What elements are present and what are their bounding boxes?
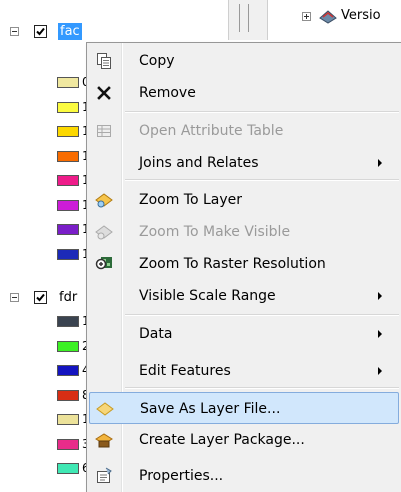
fdr-visibility-checkbox[interactable]	[34, 291, 47, 304]
menu-item-zoom-to-layer[interactable]: Zoom To Layer	[89, 184, 399, 216]
menu-item-copy[interactable]: Copy	[89, 45, 399, 77]
menu-item-edit-features[interactable]: Edit Features	[89, 355, 399, 387]
menu-item-label: Zoom To Make Visible	[139, 224, 291, 240]
properties-icon	[95, 467, 113, 485]
fac-legend-swatch[interactable]	[57, 101, 79, 113]
fdr-legend-swatch[interactable]	[57, 414, 79, 425]
menu-separator	[125, 314, 399, 316]
database-version-icon	[319, 10, 337, 24]
menu-item-label: Open Attribute Table	[139, 123, 284, 139]
copy-icon	[95, 52, 113, 70]
menu-item-label: Joins and Relates	[139, 155, 259, 171]
menu-item-create-layer-package[interactable]: Create Layer Package...	[89, 424, 399, 456]
menu-item-remove[interactable]: Remove	[89, 77, 399, 109]
layer-name-fdr[interactable]: fdr	[59, 289, 77, 306]
menu-item-label: Create Layer Package...	[139, 432, 305, 448]
menu-separator	[125, 179, 399, 181]
menu-separator	[125, 387, 399, 389]
menu-item-label: Save As Layer File...	[140, 401, 281, 417]
fac-legend-swatch[interactable]	[57, 199, 79, 211]
collapse-fdr-icon[interactable]	[10, 293, 19, 302]
zoom-visible-icon	[95, 223, 113, 241]
fdr-legend-swatch[interactable]	[57, 316, 79, 327]
fac-legend-swatch[interactable]	[57, 150, 79, 162]
fdr-legend-swatch[interactable]	[57, 463, 79, 474]
menu-item-save-as-layer-file[interactable]: Save As Layer File...	[89, 392, 399, 424]
submenu-arrow-icon	[378, 367, 382, 375]
menu-item-label: Data	[139, 326, 173, 342]
remove-icon	[95, 84, 113, 102]
menu-item-zoom-to-make-visible[interactable]: Zoom To Make Visible	[89, 216, 399, 248]
expand-version-icon[interactable]	[302, 12, 311, 21]
menu-item-properties[interactable]: Properties...	[89, 460, 399, 492]
menu-item-label: Copy	[139, 53, 175, 69]
menu-item-label: Visible Scale Range	[139, 288, 276, 304]
menu-item-label: Zoom To Layer	[139, 192, 243, 208]
submenu-arrow-icon	[378, 330, 382, 338]
menu-item-joins-and-relates[interactable]: Joins and Relates	[89, 147, 399, 179]
fac-legend-swatch[interactable]	[57, 224, 79, 235]
menu-item-label: Properties...	[139, 468, 224, 484]
fdr-legend-swatch[interactable]	[57, 365, 79, 376]
fdr-legend-swatch[interactable]	[57, 389, 79, 401]
fac-legend-swatch[interactable]	[57, 77, 79, 88]
menu-item-open-attribute-table[interactable]: Open Attribute Table	[89, 115, 399, 147]
menu-item-label: Edit Features	[139, 363, 231, 379]
fdr-legend-swatch[interactable]	[57, 340, 79, 352]
layer-name-fac[interactable]: fac	[58, 23, 82, 40]
raster-resolution-icon	[95, 255, 113, 273]
collapse-fac-icon[interactable]	[10, 27, 19, 36]
menu-item-zoom-to-raster-resolution[interactable]: Zoom To Raster Resolution	[89, 248, 399, 280]
save-layer-icon	[96, 400, 114, 418]
fac-legend-swatch[interactable]	[57, 126, 79, 137]
layer-context-menu: Copy Remove Open Attribute Table Joins and …	[86, 42, 401, 492]
table-icon	[95, 122, 113, 140]
fac-legend-swatch[interactable]	[57, 248, 79, 260]
menu-separator	[125, 111, 399, 113]
pane-splitter[interactable]	[228, 0, 268, 40]
menu-item-data[interactable]: Data	[89, 318, 399, 350]
tree-node-version[interactable]: Versio	[341, 7, 381, 24]
menu-item-label: Zoom To Raster Resolution	[139, 256, 326, 272]
menu-item-label: Remove	[139, 85, 196, 101]
submenu-arrow-icon	[378, 159, 382, 167]
fac-visibility-checkbox[interactable]	[34, 25, 47, 38]
submenu-arrow-icon	[378, 292, 382, 300]
layer-package-icon	[95, 431, 113, 449]
fac-legend-swatch[interactable]	[57, 175, 79, 186]
fdr-legend-swatch[interactable]	[57, 438, 79, 450]
zoom-to-layer-icon	[95, 191, 113, 209]
menu-item-visible-scale-range[interactable]: Visible Scale Range	[89, 280, 399, 312]
